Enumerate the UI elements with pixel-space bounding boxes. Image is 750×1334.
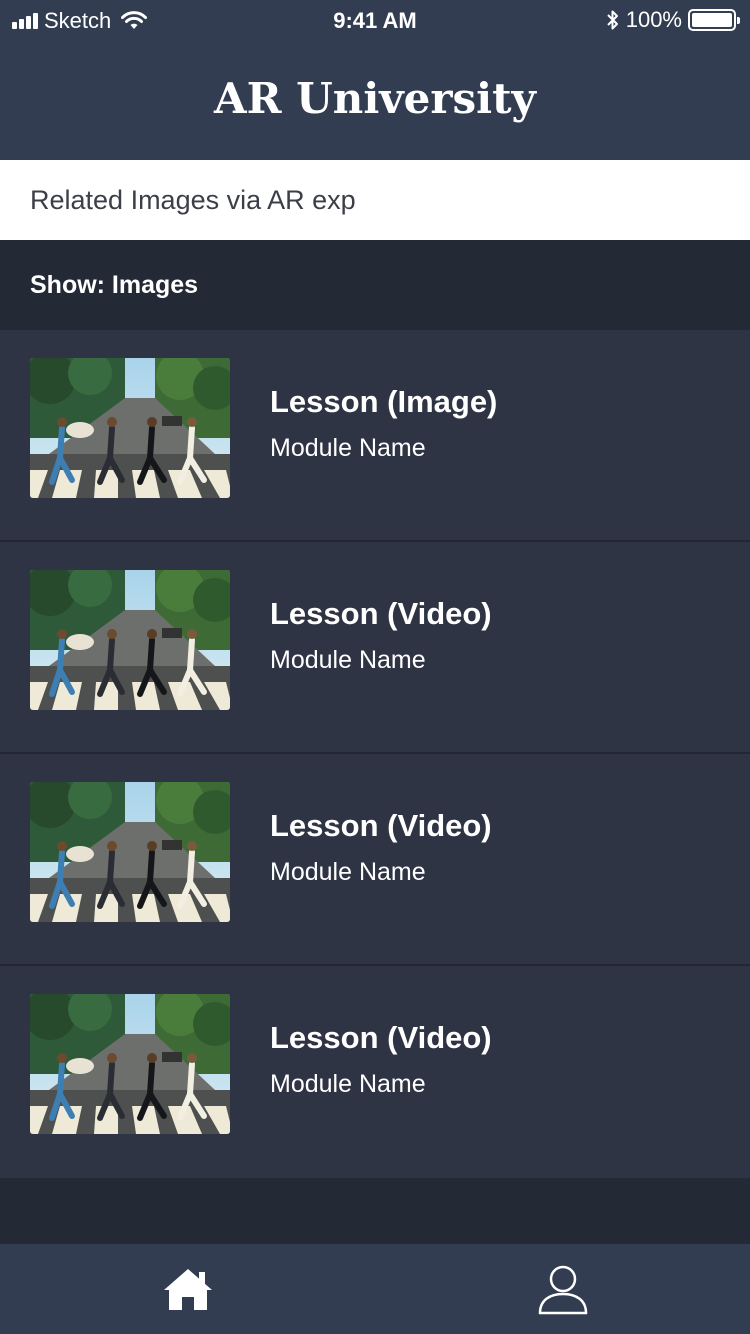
battery-percent: 100% — [625, 7, 682, 32]
home-icon[interactable] — [161, 1266, 215, 1312]
album-cover-image — [30, 570, 230, 710]
lesson-module-name: Module Name — [270, 1070, 426, 1098]
bluetooth-icon — [607, 10, 618, 30]
context-bar: Related Images via AR exp — [0, 160, 750, 240]
lesson-thumbnail — [30, 994, 230, 1134]
lesson-row[interactable]: Lesson (Image) Module Name — [0, 330, 750, 542]
lesson-thumbnail — [30, 570, 230, 710]
tab-profile[interactable] — [375, 1244, 750, 1334]
lesson-module-name: Module Name — [270, 858, 426, 886]
lesson-list: Lesson (Image) Module Name Lesson (Video… — [0, 330, 750, 1178]
lesson-title: Lesson (Video) — [270, 1020, 492, 1055]
tab-home[interactable] — [0, 1244, 375, 1334]
lesson-title: Lesson (Image) — [270, 384, 498, 419]
lesson-module-name: Module Name — [270, 434, 426, 462]
battery-level-fill — [692, 13, 732, 27]
tab-bar — [0, 1244, 750, 1334]
lesson-thumbnail — [30, 782, 230, 922]
album-cover-image — [30, 782, 230, 922]
lesson-title: Lesson (Video) — [270, 596, 492, 631]
lesson-row[interactable]: Lesson (Video) Module Name — [0, 966, 750, 1178]
lesson-row[interactable]: Lesson (Video) Module Name — [0, 754, 750, 966]
profile-icon[interactable] — [536, 1262, 590, 1316]
battery-icon — [688, 9, 740, 31]
nav-bar: AR University — [0, 40, 750, 160]
lesson-title: Lesson (Video) — [270, 808, 492, 843]
album-cover-image — [30, 358, 230, 498]
filter-bar[interactable]: Show: Images — [0, 240, 750, 330]
context-label: Related Images via AR exp — [30, 184, 356, 215]
status-bar: Sketch 9:41 AM 100% — [0, 0, 750, 40]
app-title: AR University — [214, 73, 536, 123]
status-bar-right: 100% — [606, 7, 740, 33]
lesson-row[interactable]: Lesson (Video) Module Name — [0, 542, 750, 754]
filter-label[interactable]: Show: Images — [30, 271, 198, 300]
album-cover-image — [30, 994, 230, 1134]
lesson-thumbnail — [30, 358, 230, 498]
lesson-module-name: Module Name — [270, 646, 426, 674]
